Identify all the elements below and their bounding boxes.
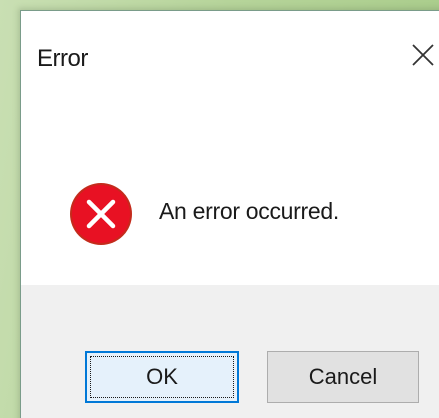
dialog-content: An error occurred. <box>21 91 439 285</box>
ok-button[interactable]: OK <box>85 351 239 403</box>
error-icon <box>70 183 132 245</box>
error-dialog: Error An error occurred. OK Cancel <box>20 10 439 418</box>
title-bar[interactable]: Error <box>21 11 439 91</box>
close-icon <box>412 44 434 66</box>
ok-button-label: OK <box>146 364 178 389</box>
dialog-title: Error <box>37 45 88 72</box>
error-message: An error occurred. <box>159 198 339 224</box>
close-button[interactable] <box>403 35 439 75</box>
cancel-button[interactable]: Cancel <box>267 351 419 403</box>
cancel-button-label: Cancel <box>308 364 378 389</box>
dialog-footer: OK Cancel <box>21 285 439 418</box>
